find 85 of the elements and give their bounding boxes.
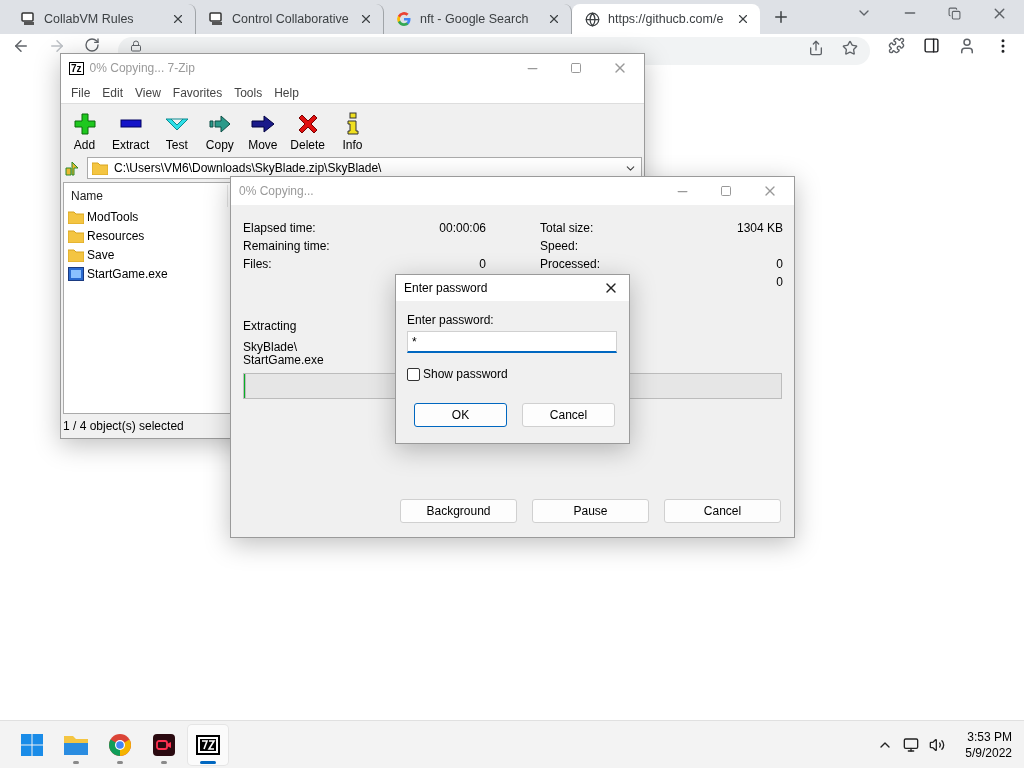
lock-icon [130, 40, 142, 52]
window-title: 0% Copying... 7-Zip [89, 61, 195, 75]
restore-icon[interactable] [948, 6, 961, 20]
stat-label: Elapsed time: [243, 221, 316, 235]
windows-icon [20, 732, 44, 757]
camera-icon [152, 732, 176, 757]
browser-tab[interactable]: https://githucb.com/e [572, 4, 760, 34]
toolbar-button[interactable]: Copy [198, 112, 242, 152]
checkbox[interactable] [407, 367, 420, 381]
app-logo: 7z [69, 61, 84, 75]
field-label: Enter password: [407, 313, 495, 327]
info-icon [345, 112, 360, 136]
toolbar-button[interactable]: Extract [106, 112, 156, 152]
toolbar-button[interactable]: Move [241, 112, 285, 152]
menu-item[interactable]: View [129, 85, 167, 100]
file-name[interactable]: ModTools [87, 209, 139, 224]
extensions-icon[interactable] [888, 37, 905, 54]
dialog-button[interactable]: Cancel [664, 499, 781, 523]
file-name[interactable]: StartGame.exe [87, 266, 168, 281]
folder-icon [68, 209, 84, 224]
arrow-icon [250, 112, 275, 136]
reload-icon[interactable] [84, 37, 100, 53]
stat-label: Processed: [540, 257, 601, 271]
maximize-icon[interactable] [720, 185, 732, 197]
menu-item[interactable]: Tools [228, 85, 269, 100]
arrow-icon [207, 112, 232, 136]
toolbar-button[interactable]: Info [331, 112, 375, 152]
dialog-button[interactable]: Pause [532, 499, 649, 523]
menu-item[interactable]: Edit [96, 85, 130, 100]
clock-time[interactable]: 3:53 PM [967, 728, 1012, 745]
toolbar-button[interactable]: Delete [284, 112, 332, 152]
stat-label: Speed: [540, 239, 579, 253]
checkbox-label: Show password [423, 367, 508, 381]
chrome-icon [108, 732, 132, 757]
folder-icon [68, 247, 84, 262]
share-icon[interactable] [808, 40, 824, 56]
file-path: StartGame.exe [243, 354, 324, 367]
stat-value: 00:00:06 [439, 221, 486, 235]
back-icon[interactable] [12, 37, 30, 55]
folder-icon [92, 161, 108, 175]
side-panel-icon[interactable] [923, 37, 940, 54]
menu-item[interactable]: Help [268, 85, 305, 100]
menu-item[interactable]: File [65, 85, 97, 100]
window-title: 0% Copying... [239, 184, 314, 198]
maximize-icon[interactable] [570, 62, 582, 74]
stat-value: 0 [776, 275, 783, 289]
close-icon[interactable] [547, 12, 561, 26]
status-text: 1 / 4 object(s) selected [63, 419, 184, 433]
dialog-button[interactable]: Cancel [522, 403, 615, 427]
dialog-title: Enter password [404, 281, 488, 295]
file-path: SkyBlade\ [243, 341, 298, 354]
close-icon[interactable] [171, 12, 185, 26]
dialog-button[interactable]: OK [414, 403, 507, 427]
taskbar-app[interactable] [188, 724, 228, 765]
archive-icon [196, 732, 220, 757]
toolbar-button[interactable]: Add [63, 112, 106, 152]
stat-value: 0 [479, 257, 486, 271]
google-icon [396, 11, 412, 27]
stat-label: Total size: [540, 221, 594, 235]
bookmark-icon[interactable] [842, 40, 858, 56]
file-name[interactable]: Save [87, 247, 115, 262]
close-icon[interactable] [736, 12, 750, 26]
stat-value: 1304 KB [736, 221, 783, 235]
globe-icon [584, 11, 600, 27]
computer-icon [208, 11, 224, 27]
file-name[interactable]: Resources [87, 228, 145, 243]
operation-label: Extracting [243, 319, 297, 333]
close-icon[interactable] [359, 12, 373, 26]
new-tab-icon[interactable] [772, 8, 790, 26]
profile-icon[interactable] [958, 37, 976, 55]
stat-value: 0 [776, 257, 783, 271]
plus-icon [72, 112, 97, 136]
volume-icon[interactable] [929, 736, 946, 753]
folder-icon [68, 228, 84, 243]
path-field[interactable]: C:\Users\VM6\Downloads\SkyBlade.zip\SkyBlade\ [87, 157, 642, 179]
stat-label: Files: [243, 257, 272, 271]
clock-date[interactable]: 5/9/2022 [965, 744, 1012, 761]
menu-item[interactable]: Favorites [166, 85, 229, 100]
stat-label: Remaining time: [243, 239, 330, 253]
toolbar-button[interactable]: Test [155, 112, 199, 152]
password-field[interactable]: * [407, 331, 617, 353]
column-header[interactable]: Name [68, 185, 228, 207]
computer-icon [20, 11, 36, 27]
dialog-button[interactable]: Background [400, 499, 517, 523]
program-icon [68, 266, 84, 281]
